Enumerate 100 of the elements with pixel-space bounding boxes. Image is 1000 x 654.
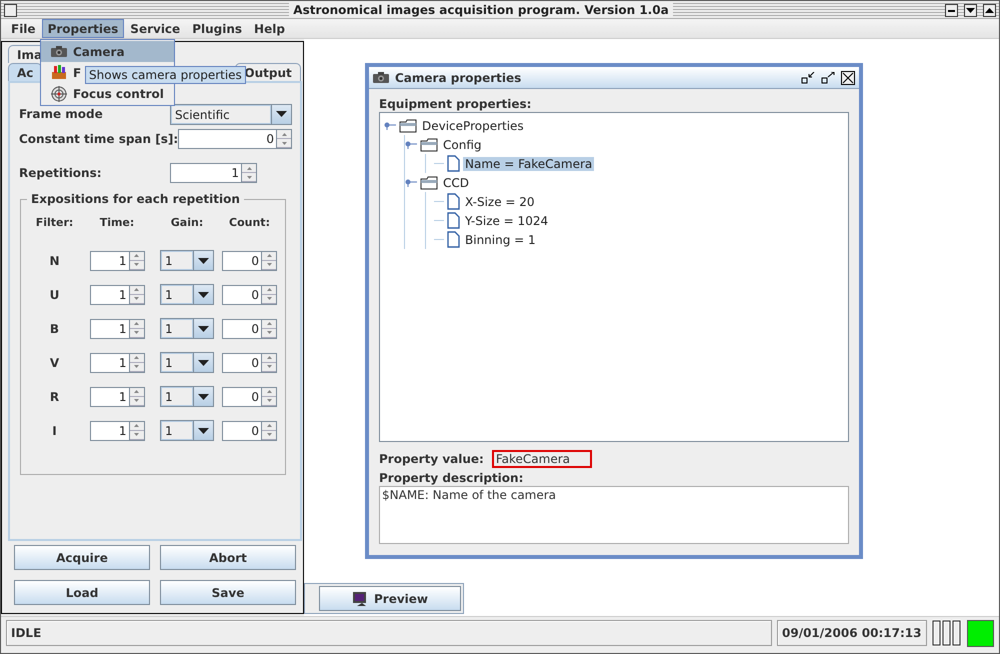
up-arrow-icon[interactable] <box>266 254 272 257</box>
section-label: Equipment properties: <box>379 97 532 111</box>
action-button[interactable]: Acquire <box>14 545 150 570</box>
combo-box[interactable]: Scientific <box>170 104 292 124</box>
spinner-field[interactable]: 1 <box>90 386 144 406</box>
combo-box[interactable]: 1 <box>160 250 214 271</box>
dropdown-item[interactable]: Camera <box>41 41 174 62</box>
up-arrow-icon[interactable] <box>134 254 139 257</box>
dialog-title: Camera properties <box>395 70 522 84</box>
tree-item[interactable]: X-Size = 20 <box>463 194 537 208</box>
value-field[interactable]: FakeCamera <box>492 450 592 468</box>
down-arrow-icon[interactable] <box>246 176 252 178</box>
down-arrow-icon[interactable] <box>266 331 272 334</box>
spinner-field[interactable]: 0 <box>178 129 292 149</box>
menu-item[interactable]: File <box>5 19 42 38</box>
down-arrow-icon[interactable] <box>134 297 139 300</box>
up-arrow-icon[interactable] <box>134 322 139 325</box>
spinner-field[interactable]: 0 <box>222 250 277 270</box>
down-arrow-icon[interactable] <box>134 365 139 368</box>
up-arrow-icon[interactable] <box>134 356 139 359</box>
menu-item[interactable]: Plugins <box>186 19 248 38</box>
spinner-field[interactable]: 0 <box>222 284 277 304</box>
filter-name: U <box>50 288 60 302</box>
down-triangle-icon <box>966 6 975 14</box>
up-arrow-icon[interactable] <box>266 424 272 427</box>
up-arrow-icon[interactable] <box>266 390 272 393</box>
column-header: Count: <box>229 216 270 229</box>
taskbar-button[interactable]: Preview <box>319 586 461 611</box>
close-icon[interactable] <box>841 70 855 84</box>
combo-box[interactable]: 1 <box>160 386 214 407</box>
tree-item[interactable]: Name = FakeCamera <box>463 156 594 170</box>
up-arrow-icon[interactable] <box>266 356 272 359</box>
down-arrow-icon[interactable] <box>134 263 139 266</box>
down-arrow-icon[interactable] <box>282 142 286 144</box>
down-arrow-icon[interactable] <box>266 365 272 368</box>
combo-box[interactable]: 1 <box>160 284 214 305</box>
up-arrow-icon[interactable] <box>246 166 252 170</box>
folder-icon <box>420 176 438 190</box>
description-box[interactable]: $NAME: Name of the camera <box>379 486 849 544</box>
toolbox-icon <box>51 65 67 80</box>
spinner-field[interactable]: 0 <box>222 386 277 406</box>
down-arrow-icon[interactable] <box>134 331 139 334</box>
tree-item[interactable]: DeviceProperties <box>420 118 526 132</box>
spinner-field[interactable]: 1 <box>90 420 144 440</box>
down-arrow-icon[interactable] <box>266 263 272 266</box>
spinner-field[interactable]: 1 <box>90 318 144 338</box>
combo-box[interactable]: 1 <box>160 420 214 441</box>
minimize-icon[interactable] <box>801 72 815 84</box>
dropdown-item[interactable]: Focus control <box>41 83 174 104</box>
filter-name: I <box>52 424 57 438</box>
action-button[interactable]: Load <box>14 580 150 605</box>
maximize-icon[interactable] <box>821 72 835 84</box>
spinner-field[interactable]: 1 <box>90 352 144 372</box>
minimize-button[interactable] <box>944 4 958 16</box>
expand-handle-icon[interactable] <box>405 178 417 186</box>
spinner-field[interactable]: 0 <box>222 318 277 338</box>
monitor-icon <box>352 591 368 606</box>
caret-icon <box>198 326 209 332</box>
tree-item[interactable]: Y-Size = 1024 <box>463 214 550 228</box>
up-arrow-icon[interactable] <box>266 288 272 291</box>
menu-item[interactable]: Properties <box>42 19 124 38</box>
down-arrow-icon[interactable] <box>134 433 139 436</box>
file-icon <box>447 193 460 210</box>
window-menu-button[interactable] <box>4 4 17 16</box>
tab[interactable]: Ac <box>8 63 42 81</box>
camera-icon <box>373 72 389 83</box>
menu-item[interactable]: Help <box>248 19 291 38</box>
combo-box[interactable]: 1 <box>160 318 214 339</box>
down-arrow-icon[interactable] <box>266 297 272 300</box>
up-arrow-icon[interactable] <box>266 322 272 325</box>
group-title: Expositions for each repetition <box>30 192 241 206</box>
up-arrow-icon[interactable] <box>134 288 139 291</box>
tree-item[interactable]: Config <box>441 138 484 152</box>
action-button[interactable]: Save <box>160 580 296 605</box>
expand-handle-icon[interactable] <box>384 122 396 130</box>
up-arrow-icon[interactable] <box>134 390 139 393</box>
camera-icon <box>51 46 67 57</box>
caret-icon <box>198 428 209 434</box>
date-time: 09/01/2006 00:17:13 <box>777 620 927 646</box>
spinner-field[interactable]: 0 <box>222 420 277 440</box>
spinner-field[interactable]: 0 <box>222 352 277 372</box>
up-arrow-icon[interactable] <box>134 424 139 427</box>
tree-item[interactable]: CCD <box>441 176 471 190</box>
spinner-field[interactable]: 1 <box>170 163 257 183</box>
tree-item[interactable]: Binning = 1 <box>463 232 538 246</box>
expand-handle-icon[interactable] <box>405 140 417 148</box>
down-arrow-icon[interactable] <box>266 433 272 436</box>
spinner-field[interactable]: 1 <box>90 250 144 270</box>
down-arrow-icon[interactable] <box>134 399 139 402</box>
restore-button[interactable] <box>964 4 977 16</box>
maximize-button[interactable] <box>982 4 996 16</box>
crosshair-icon <box>51 86 67 102</box>
combo-box[interactable]: 1 <box>160 352 214 373</box>
field-label: Property description: <box>379 471 524 485</box>
up-arrow-icon[interactable] <box>282 132 286 136</box>
spinner-field[interactable]: 1 <box>90 284 144 304</box>
action-button[interactable]: Abort <box>160 545 296 570</box>
down-arrow-icon[interactable] <box>266 399 272 402</box>
menu-item[interactable]: Service <box>124 19 186 38</box>
folder-icon <box>399 118 417 132</box>
